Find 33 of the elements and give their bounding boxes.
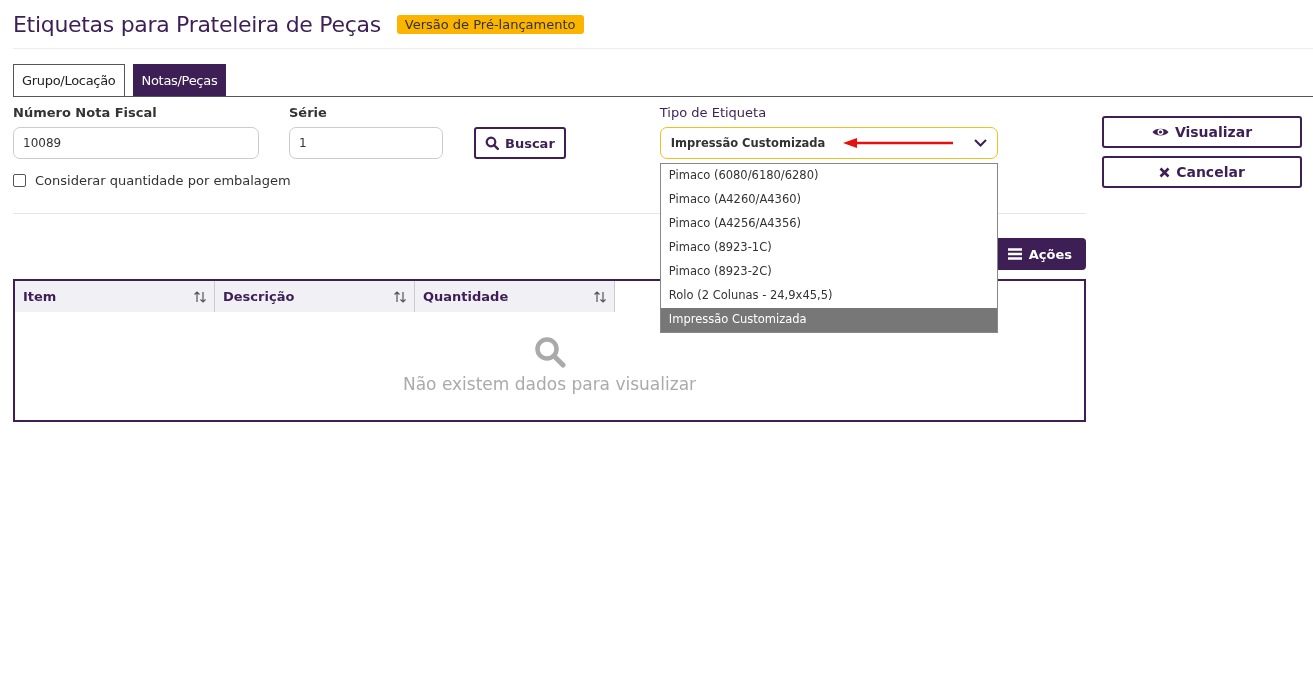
cancel-button[interactable]: Cancelar — [1102, 156, 1302, 188]
column-header[interactable]: Item — [15, 281, 215, 312]
dropdown-option[interactable]: Pimaco (A4260/A4360) — [660, 188, 997, 212]
tab[interactable]: Grupo/Locação — [13, 64, 125, 96]
close-icon — [1159, 166, 1171, 178]
eye-icon — [1151, 126, 1169, 138]
column-header[interactable]: Descrição — [215, 281, 415, 312]
tab[interactable]: Notas/Peças — [132, 64, 227, 96]
field-label: Número Nota Fiscal — [13, 105, 158, 122]
checkbox-label: Considerar quantidade por embalagem — [35, 173, 291, 188]
page-title: Etiquetas para Prateleira de Peças — [13, 11, 381, 37]
dropdown-option[interactable]: Pimaco (A4256/A4356) — [660, 212, 997, 236]
label-type-select[interactable]: Impressão Customizada — [659, 127, 998, 159]
field-label: Tipo de Etiqueta — [659, 105, 768, 122]
field-label: Série — [289, 105, 328, 122]
dropdown-option[interactable]: Rolo (2 Colunas - 24,9x45,5) — [660, 284, 997, 308]
search-icon — [533, 336, 566, 368]
search-button[interactable]: Buscar — [474, 127, 566, 159]
preview-button[interactable]: Visualizar — [1102, 116, 1302, 148]
series-field[interactable]: 1 — [289, 127, 443, 159]
invoice-number-field[interactable]: 10089 — [13, 127, 259, 159]
status-badge: Versão de Pré-lançamento — [396, 14, 584, 34]
search-icon — [485, 136, 499, 150]
dropdown-option[interactable]: Impressão Customizada — [660, 308, 997, 332]
chevron-down-icon — [973, 139, 987, 147]
column-header[interactable]: Quantidade — [415, 281, 615, 312]
empty-message: Não existem dados para visualizar — [402, 374, 697, 394]
sort-icon — [194, 290, 206, 303]
checkbox[interactable] — [13, 174, 26, 187]
sort-icon — [594, 290, 606, 303]
menu-icon — [1007, 248, 1022, 260]
dropdown-option[interactable]: Pimaco (6080/6180/6280) — [660, 164, 997, 188]
sort-icon — [394, 290, 406, 303]
